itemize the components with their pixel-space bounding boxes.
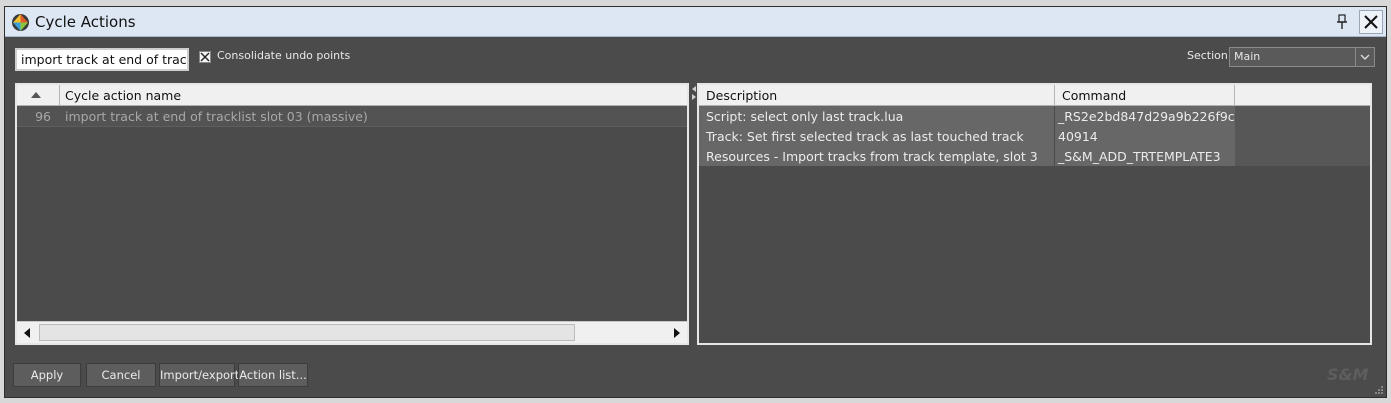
row-description: Track: Set first selected track as last … [699, 126, 1055, 146]
commands-header: Description Command [699, 85, 1370, 106]
close-button[interactable] [1359, 10, 1383, 34]
arrow-right-icon [674, 328, 680, 338]
row-filler [1235, 126, 1370, 146]
pin-icon[interactable] [1333, 13, 1351, 31]
cycle-actions-header: Cycle action name [17, 85, 687, 106]
row-command: 40914 [1055, 126, 1235, 146]
section-label: Section: [1187, 49, 1232, 62]
action-list-button[interactable]: Action list... [238, 363, 308, 387]
row-command: _RS2e2bd847d29a9b226f9c... [1055, 106, 1235, 126]
table-row[interactable]: Resources - Import tracks from track tem… [699, 146, 1370, 166]
reaper-app-icon [11, 13, 30, 32]
check-icon [200, 52, 210, 62]
sort-ascending-icon [31, 92, 41, 98]
dropdown-divider [1355, 48, 1356, 66]
import-export-button[interactable]: Import/export [159, 363, 239, 387]
arrow-left-icon [24, 328, 30, 338]
cycle-actions-window: Cycle Actions import track at end of tra… [4, 6, 1387, 398]
horizontal-scrollbar[interactable] [17, 321, 687, 343]
section-value: Main [1234, 50, 1261, 63]
command-header[interactable]: Command [1055, 85, 1235, 106]
row-filler [1235, 106, 1370, 126]
chevron-down-icon [1360, 54, 1370, 60]
section-dropdown[interactable]: Main [1229, 47, 1375, 67]
commands-list[interactable]: Description Command Script: select only … [697, 83, 1372, 345]
row-filler [1235, 146, 1370, 166]
cycle-actions-list[interactable]: Cycle action name 96 import track at end… [15, 83, 689, 345]
cycle-action-name-header[interactable]: Cycle action name [65, 88, 181, 103]
resize-grip-icon[interactable] [1374, 385, 1384, 395]
scroll-right-arrow[interactable] [667, 322, 687, 343]
table-row[interactable]: Track: Set first selected track as last … [699, 126, 1370, 146]
description-header[interactable]: Description [699, 85, 1055, 106]
row-description: Resources - Import tracks from track tem… [699, 146, 1055, 166]
row-name: import track at end of tracklist slot 03… [65, 109, 368, 124]
cancel-button[interactable]: Cancel [86, 363, 156, 387]
scroll-left-arrow[interactable] [17, 322, 37, 343]
table-row[interactable]: Script: select only last track.lua _RS2e… [699, 106, 1370, 126]
close-icon [1364, 15, 1378, 29]
row-id: 96 [35, 109, 51, 124]
row-command: _S&M_ADD_TRTEMPLATE3 [1055, 146, 1235, 166]
row-description: Script: select only last track.lua [699, 106, 1055, 126]
window-title: Cycle Actions [35, 13, 136, 31]
sm-brand-logo: S&M [1327, 365, 1369, 384]
table-row[interactable]: 96 import track at end of tracklist slot… [17, 106, 687, 127]
sort-column-header[interactable] [17, 85, 60, 106]
consolidate-undo-checkbox[interactable] [199, 51, 211, 63]
apply-button[interactable]: Apply [13, 363, 81, 387]
consolidate-undo-label[interactable]: Consolidate undo points [217, 49, 350, 62]
filter-input[interactable]: import track at end of tracklist [15, 48, 189, 71]
title-bar[interactable]: Cycle Actions [5, 7, 1386, 37]
scrollbar-thumb[interactable] [39, 324, 575, 341]
